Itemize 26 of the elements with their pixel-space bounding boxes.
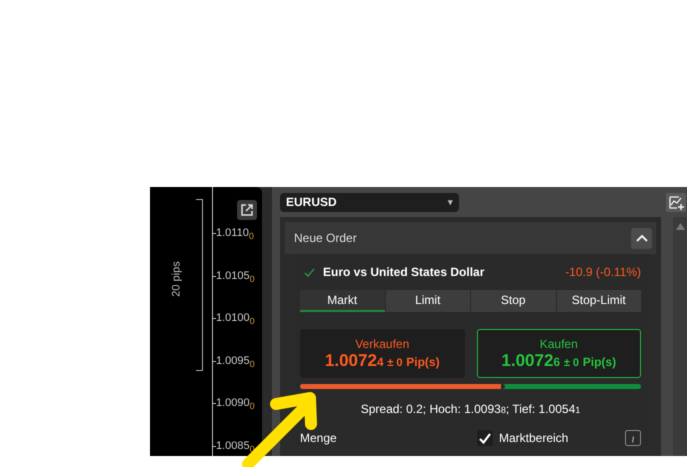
order-type-tab[interactable]: Stop-Limit bbox=[556, 290, 641, 312]
price-label: 1.0090$_{0}$ bbox=[216, 396, 255, 414]
market-range-label: Marktbereich bbox=[499, 431, 568, 445]
price-label: 1.0110$_{0}$ bbox=[216, 226, 254, 244]
panel-title: Neue Order bbox=[294, 231, 357, 245]
check-icon bbox=[304, 268, 315, 276]
chevron-up-icon bbox=[636, 234, 648, 242]
symbol-dropdown[interactable]: EURUSD ▾ bbox=[280, 192, 459, 212]
order-type-tab[interactable]: Markt bbox=[300, 290, 384, 312]
instrument-name: Euro vs United States Dollar bbox=[323, 265, 484, 279]
popout-icon[interactable] bbox=[237, 200, 257, 220]
sell-button[interactable]: Verkaufen 1.00724 ± 0 Pip(s) bbox=[300, 329, 464, 378]
order-type-tab[interactable]: Limit bbox=[386, 290, 470, 312]
price-label: 1.0105$_{0}$ bbox=[216, 268, 255, 286]
order-type-tab[interactable]: Stop bbox=[471, 290, 556, 312]
price-label: 1.0095$_{0}$ bbox=[216, 354, 255, 371]
price-label: 1.0100$_{0}$ bbox=[216, 311, 255, 328]
price-change: -10.9 (-0.11%) bbox=[565, 265, 641, 279]
collapse-button[interactable] bbox=[631, 228, 652, 248]
info-icon[interactable] bbox=[625, 430, 641, 446]
chart-add-icon[interactable] bbox=[666, 192, 686, 212]
scroll-up-icon[interactable] bbox=[676, 223, 684, 230]
market-range-checkbox[interactable] bbox=[477, 430, 493, 446]
buy-button[interactable]: Kaufen 1.00726 ± 0 Pip(s) bbox=[476, 329, 641, 378]
range-label: 20 pips bbox=[170, 261, 183, 297]
quantity-label: Menge bbox=[300, 431, 338, 445]
